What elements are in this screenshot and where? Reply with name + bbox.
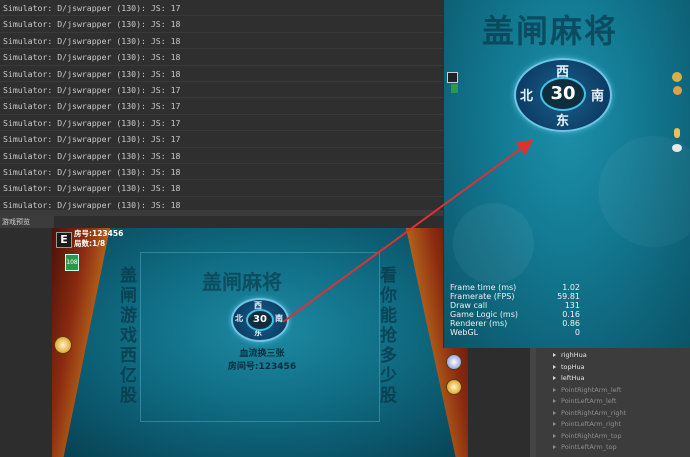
zoom-room-badge-icon bbox=[447, 72, 458, 83]
chat-icon[interactable] bbox=[446, 354, 462, 370]
expand-triangle-icon[interactable] bbox=[553, 353, 556, 357]
stat-label: Renderer (ms) bbox=[450, 319, 508, 328]
zoom-gear-icon[interactable] bbox=[672, 72, 682, 82]
zoom-card-icon bbox=[451, 84, 458, 93]
zoom-countdown-timer: 30 bbox=[540, 77, 586, 111]
left-calligraphy: 盖闸游戏西亿股 bbox=[116, 266, 136, 406]
log-line: Simulator: D/jswrapper (130): JS: 18 bbox=[0, 180, 443, 197]
lightbulb-icon[interactable] bbox=[446, 379, 462, 395]
stat-row: WebGL 0 bbox=[450, 328, 580, 337]
log-line: Simulator: D/jswrapper (130): JS: 18 bbox=[0, 49, 443, 66]
stat-row: Frame time (ms) 1.02 bbox=[450, 283, 580, 292]
console-log[interactable]: Simulator: D/jswrapper (130): JS: 17 Simu… bbox=[0, 0, 443, 210]
expand-triangle-icon[interactable] bbox=[553, 410, 556, 415]
right-calligraphy: 看你能抢多少股 bbox=[376, 266, 396, 406]
countdown-timer: 30 bbox=[246, 309, 274, 331]
zoom-inset: 盖闸麻将 西 北 南 东 30 Frame time (ms) 1.02 Frame… bbox=[443, 0, 690, 348]
dir-east: 南 bbox=[275, 314, 283, 323]
log-line: Simulator: D/jswrapper (130): JS: 18 bbox=[0, 33, 443, 50]
hierarchy-node[interactable]: PointRightArm_top bbox=[553, 431, 622, 441]
card-count-icon: 108 bbox=[65, 254, 79, 271]
hierarchy-node-label: leftHua bbox=[561, 374, 585, 382]
log-line: Simulator: D/jswrapper (130): JS: 17 bbox=[0, 98, 443, 115]
log-line: Simulator: D/jswrapper (130): JS: 17 bbox=[0, 115, 443, 132]
stat-label: Frame time (ms) bbox=[450, 283, 517, 292]
expand-triangle-icon[interactable] bbox=[553, 364, 556, 369]
hierarchy-node[interactable]: leftHua bbox=[553, 373, 585, 383]
log-line: Simulator: D/jswrapper (130): JS: 17 bbox=[0, 82, 443, 99]
hierarchy-node[interactable]: PointLeftArm_right bbox=[553, 419, 621, 429]
game-preview[interactable]: 盖闸麻将 盖闸游戏西亿股 看你能抢多少股 西 北 南 东 30 血流换三张 房间… bbox=[52, 228, 468, 457]
hierarchy-node[interactable]: PointLeftArm_top bbox=[553, 442, 617, 452]
stat-label: WebGL bbox=[450, 328, 479, 337]
room-id-label: 房间号:123456 bbox=[227, 362, 297, 372]
hierarchy-node-label: PointLeftArm_left bbox=[561, 397, 617, 405]
zoom-chat-icon[interactable] bbox=[672, 144, 682, 152]
game-mode-label: 血流换三张 bbox=[239, 349, 285, 359]
stat-row: Draw call 131 bbox=[450, 301, 580, 310]
log-line: Simulator: D/jswrapper (130): JS: 18 bbox=[0, 66, 443, 82]
hierarchy-scrollbar[interactable] bbox=[530, 337, 536, 457]
hierarchy-node-label: PointLeftArm_right bbox=[561, 420, 622, 428]
hierarchy-node[interactable]: topHua bbox=[553, 362, 585, 372]
direction-compass: 西 北 南 东 30 bbox=[231, 298, 289, 342]
tab-game-preview[interactable]: 游戏预览 bbox=[0, 216, 54, 228]
hierarchy-node[interactable]: PointRightArm_right bbox=[553, 408, 626, 418]
log-line: Simulator: D/jswrapper (130): JS: 18 bbox=[0, 148, 443, 164]
title-watermark: 盖闸麻将 bbox=[202, 270, 282, 294]
tab-game-preview-label: 游戏预览 bbox=[2, 218, 30, 226]
gear-icon[interactable] bbox=[54, 336, 72, 354]
zoom-mic-icon[interactable] bbox=[674, 128, 680, 138]
log-line: Simulator: D/jswrapper (130): JS: 17 bbox=[0, 131, 443, 148]
log-line: Simulator: D/jswrapper (130): JS: 17 bbox=[0, 0, 443, 17]
zoom-direction-compass: 西 北 南 东 30 bbox=[514, 58, 612, 132]
stat-value: 0 bbox=[574, 328, 580, 337]
performance-stats: Frame time (ms) 1.02 Framerate (FPS) 59.81 D… bbox=[450, 283, 580, 337]
stat-label: Draw call bbox=[450, 301, 488, 310]
expand-triangle-icon[interactable] bbox=[553, 376, 556, 380]
expand-triangle-icon[interactable] bbox=[553, 433, 556, 438]
round-count: 局数:1/8 bbox=[74, 239, 106, 248]
zoom-dir-west: 北 bbox=[520, 89, 534, 104]
stat-value: 0.86 bbox=[562, 319, 580, 328]
expand-triangle-icon[interactable] bbox=[553, 422, 556, 426]
hierarchy-node-label: PointRightArm_top bbox=[561, 431, 622, 440]
expand-triangle-icon[interactable] bbox=[553, 445, 556, 449]
stat-value: 59.81 bbox=[557, 292, 580, 301]
stat-value: 0.16 bbox=[562, 310, 580, 319]
stat-row: Framerate (FPS) 59.81 bbox=[450, 292, 580, 301]
hierarchy-node[interactable]: righHua bbox=[553, 350, 587, 360]
hierarchy-node[interactable]: PointLeftArm_left bbox=[553, 396, 616, 406]
stat-value: 1.02 bbox=[562, 283, 580, 292]
log-line: Simulator: D/jswrapper (130): JS: 18 bbox=[0, 164, 443, 181]
log-line: Simulator: D/jswrapper (130): JS: 18 bbox=[0, 16, 443, 33]
stat-row: Game Logic (ms) 0.16 bbox=[450, 310, 580, 319]
hierarchy-node[interactable]: PointRightArm_left bbox=[553, 385, 621, 395]
expand-triangle-icon[interactable] bbox=[553, 387, 556, 392]
zoom-dir-east: 南 bbox=[591, 89, 605, 104]
hierarchy-node-label: PointRightArm_right bbox=[561, 408, 627, 417]
stat-row: Renderer (ms) 0.86 bbox=[450, 319, 580, 328]
room-info: 房号:123456 局数:1/8 bbox=[74, 229, 123, 249]
hierarchy-node-label: topHua bbox=[561, 362, 585, 371]
log-line: Simulator: D/jswrapper (130): JS: 18 bbox=[0, 197, 443, 210]
room-badge-icon: E bbox=[56, 232, 72, 248]
zoom-avatar-icon[interactable] bbox=[673, 86, 682, 95]
hierarchy-node-label: righHua bbox=[561, 351, 587, 359]
dir-west: 北 bbox=[235, 314, 243, 323]
zoom-dir-south: 东 bbox=[556, 114, 570, 129]
expand-triangle-icon[interactable] bbox=[553, 399, 556, 403]
hierarchy-node-label: PointLeftArm_top bbox=[561, 443, 617, 451]
zoom-title-watermark: 盖闸麻将 bbox=[482, 12, 619, 50]
hierarchy-node-label: PointRightArm_left bbox=[561, 385, 622, 394]
stat-label: Game Logic (ms) bbox=[450, 310, 519, 319]
stat-label: Framerate (FPS) bbox=[450, 292, 515, 301]
stat-value: 131 bbox=[564, 301, 580, 310]
room-number: 房号:123456 bbox=[74, 229, 124, 238]
